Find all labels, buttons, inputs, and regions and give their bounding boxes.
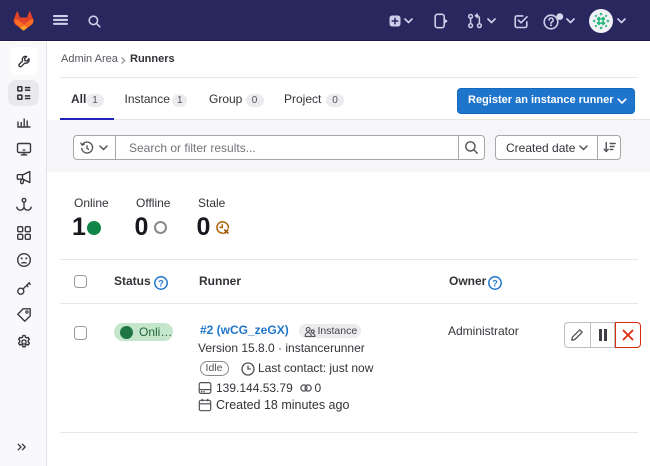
svg-text:?: ? [492,278,498,288]
svg-text:?: ? [158,278,164,288]
